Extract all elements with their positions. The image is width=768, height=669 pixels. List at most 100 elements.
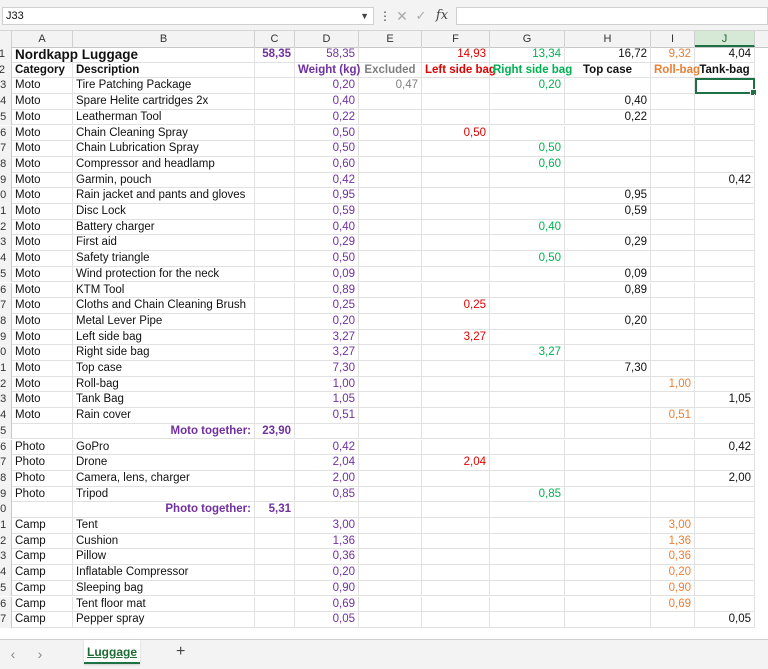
category-cell[interactable]: Camp	[12, 580, 73, 597]
cell-e[interactable]	[359, 486, 422, 503]
cell-i[interactable]	[651, 502, 695, 518]
cell-j[interactable]	[695, 94, 755, 110]
cell-g1[interactable]: 13,34	[490, 47, 565, 63]
cell-j[interactable]	[695, 455, 755, 471]
cell-d[interactable]: 0,25	[295, 298, 359, 314]
cell-h[interactable]	[565, 470, 651, 487]
cell-i[interactable]	[651, 235, 695, 252]
cell-e[interactable]	[359, 392, 422, 409]
cell-i[interactable]: 0,20	[651, 565, 695, 581]
cell-e[interactable]	[359, 156, 422, 173]
cell-j[interactable]	[695, 219, 755, 236]
row-header[interactable]: 36	[0, 125, 12, 142]
row-header[interactable]: 61	[0, 518, 12, 534]
row-header[interactable]: 64	[0, 565, 12, 581]
cell-g[interactable]: 0,20	[490, 78, 565, 95]
cell-f[interactable]	[422, 533, 490, 550]
cell-d[interactable]: 1,36	[295, 533, 359, 550]
row-header[interactable]: 50	[0, 345, 12, 361]
cell-f[interactable]	[422, 219, 490, 236]
cell-i[interactable]	[651, 455, 695, 471]
chevron-down-icon[interactable]: ▼	[360, 8, 369, 24]
cell-e[interactable]	[359, 298, 422, 314]
selected-cell-j33[interactable]	[695, 78, 757, 97]
cell-i[interactable]	[651, 282, 695, 299]
cell-j[interactable]	[695, 361, 755, 377]
cell-j[interactable]	[695, 125, 755, 142]
row-header[interactable]: 34	[0, 94, 12, 110]
row-header[interactable]: 51	[0, 361, 12, 377]
cell-e[interactable]	[359, 565, 422, 581]
cell-f1[interactable]: 14,93	[422, 47, 490, 63]
cell-g[interactable]	[490, 204, 565, 220]
cell-g[interactable]	[490, 94, 565, 110]
description-cell[interactable]: Wind protection for the neck	[73, 266, 255, 283]
header-right-side-bag[interactable]: Right side bag	[490, 62, 572, 79]
cell-e[interactable]	[359, 439, 422, 456]
cell-i[interactable]	[651, 78, 695, 95]
row-header[interactable]: 38	[0, 156, 12, 173]
cell-d[interactable]	[295, 502, 359, 518]
row-header[interactable]: 53	[0, 392, 12, 409]
cell-d[interactable]: 0,89	[295, 282, 359, 299]
cell-j[interactable]: 0,42	[695, 439, 755, 456]
cell-d[interactable]: 0,42	[295, 439, 359, 456]
cell-f[interactable]	[422, 94, 490, 110]
column-header-j[interactable]: J	[695, 31, 755, 47]
cell-f[interactable]	[422, 109, 490, 126]
cell-e[interactable]	[359, 549, 422, 566]
cell-f[interactable]	[422, 204, 490, 220]
cell-e[interactable]	[359, 518, 422, 534]
cell-j[interactable]	[695, 251, 755, 267]
cell-e[interactable]	[359, 141, 422, 157]
row-header[interactable]: 41	[0, 204, 12, 220]
header-excluded[interactable]: Excluded	[359, 62, 422, 79]
cell-j[interactable]	[695, 282, 755, 299]
row-header[interactable]: 52	[0, 376, 12, 393]
row-header[interactable]: 67	[0, 612, 12, 628]
column-header-e[interactable]: E	[359, 31, 422, 47]
cell-e[interactable]	[359, 219, 422, 236]
category-cell[interactable]: Moto	[12, 156, 73, 173]
cell-c[interactable]	[255, 549, 295, 566]
cell-c1[interactable]: 58,35	[255, 47, 295, 63]
cell-j[interactable]	[695, 266, 755, 283]
cell-j[interactable]	[695, 408, 755, 424]
cell-h[interactable]	[565, 408, 651, 424]
cell-d[interactable]: 0,60	[295, 156, 359, 173]
header-weight[interactable]: Weight (kg)	[295, 62, 360, 79]
cell-d[interactable]: 0,50	[295, 251, 359, 267]
description-cell[interactable]: Camera, lens, charger	[73, 470, 255, 487]
cell-a[interactable]	[12, 502, 73, 518]
category-cell[interactable]: Camp	[12, 533, 73, 550]
sheet-title-cell[interactable]: Nordkapp Luggage	[12, 47, 255, 63]
cell-d[interactable]: 0,90	[295, 580, 359, 597]
row-header[interactable]: 55	[0, 423, 12, 440]
category-cell[interactable]: Moto	[12, 188, 73, 204]
row-header[interactable]: 54	[0, 408, 12, 424]
cell-c[interactable]	[255, 329, 295, 346]
category-cell[interactable]: Camp	[12, 596, 73, 613]
cell-f[interactable]: 0,50	[422, 125, 490, 142]
cell-j[interactable]	[695, 565, 755, 581]
cell-f[interactable]	[422, 486, 490, 503]
enter-check-icon[interactable]: ✓	[414, 7, 428, 25]
cell-e[interactable]	[359, 235, 422, 252]
row-header[interactable]: 56	[0, 439, 12, 456]
cell-h[interactable]: 7,30	[565, 361, 651, 377]
column-header-c[interactable]: C	[255, 31, 295, 47]
category-cell[interactable]: Moto	[12, 361, 73, 377]
cell-d[interactable]: 0,50	[295, 125, 359, 142]
cell-h[interactable]	[565, 565, 651, 581]
cell-c[interactable]	[255, 78, 295, 95]
subtotal-value[interactable]: 23,90	[255, 423, 295, 440]
description-cell[interactable]: GoPro	[73, 439, 255, 456]
row-header[interactable]: 40	[0, 188, 12, 204]
cell-i[interactable]: 0,51	[651, 408, 695, 424]
cell-g[interactable]	[490, 533, 565, 550]
cell-c2[interactable]	[255, 62, 295, 79]
cell-c[interactable]	[255, 298, 295, 314]
cell-f[interactable]	[422, 282, 490, 299]
cell-f[interactable]	[422, 188, 490, 204]
description-cell[interactable]: Battery charger	[73, 219, 255, 236]
